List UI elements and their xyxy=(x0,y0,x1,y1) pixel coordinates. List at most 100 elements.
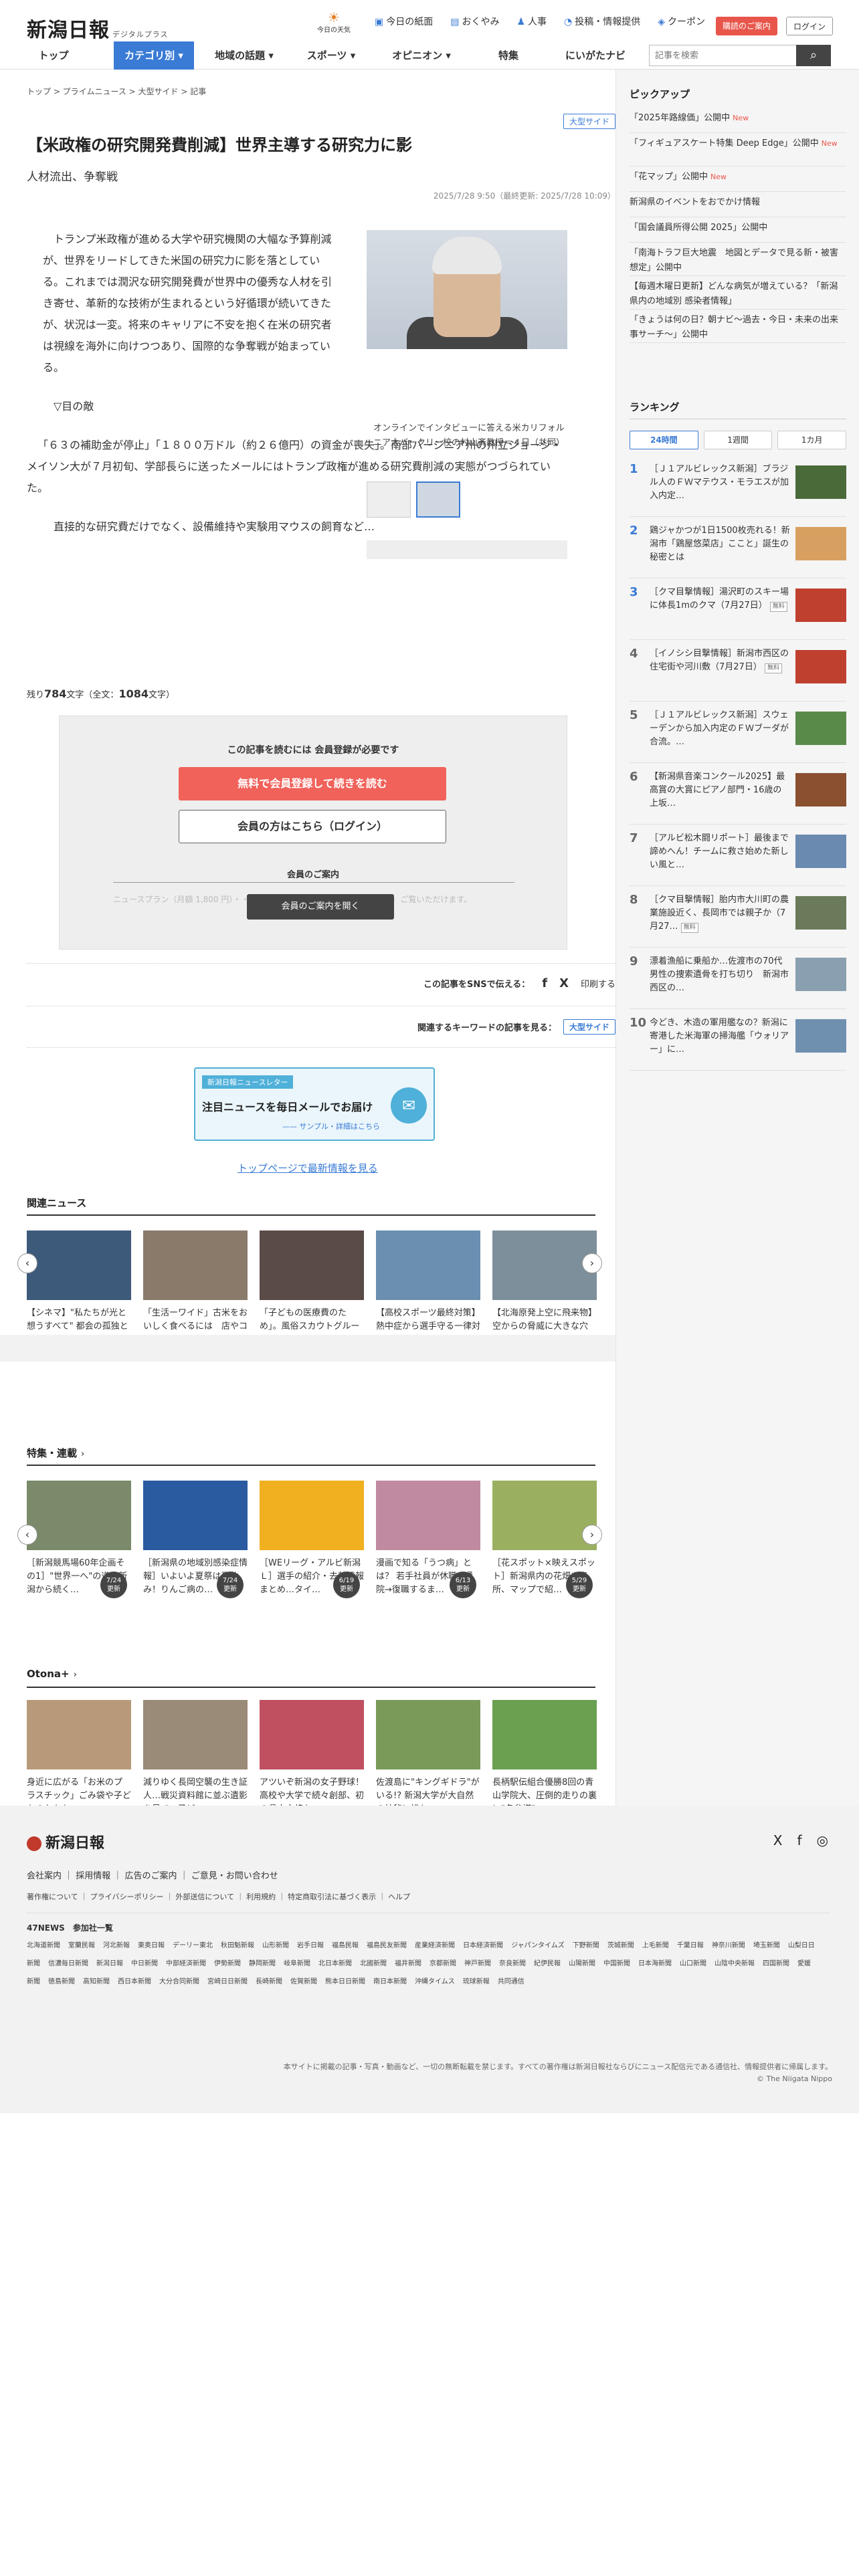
ranking-item[interactable]: 8 ［クマ目撃情報］胎内市大川町の農業施設近く、長岡市では親子か（7月27… 無料 xyxy=(630,893,846,955)
article-tag[interactable]: 大型サイド xyxy=(563,114,615,129)
features-title[interactable]: 特集・連載 › xyxy=(27,1446,84,1460)
subscribe-button[interactable]: 購読のご案内 xyxy=(716,17,778,35)
otona-title[interactable]: Otona+ › xyxy=(27,1668,77,1680)
tab-24h[interactable]: 24時間 xyxy=(630,431,698,449)
footer-logo[interactable]: 新潟日報 xyxy=(27,1831,104,1852)
nav-features[interactable]: 特集 xyxy=(482,41,535,70)
partner-paper-link[interactable]: 中日新聞 xyxy=(131,1960,158,1967)
partner-paper-link[interactable]: 共同通信 xyxy=(498,1978,524,1985)
facebook-icon[interactable]: f xyxy=(797,1832,802,1848)
ranking-item[interactable]: 10 今どき、木造の軍用艦なの？新潟に寄港した米海軍の掃海艦「ウォリアー」に… xyxy=(630,1016,846,1078)
carousel-prev-button[interactable]: ‹ xyxy=(17,1525,37,1545)
thumbnail-selected[interactable] xyxy=(416,481,460,518)
partner-paper-link[interactable]: ジャパンタイムズ xyxy=(511,1942,565,1949)
newsletter-banner[interactable]: 新潟日報ニュースレター 注目ニュースを毎日メールでお届け —— サンプル・詳細は… xyxy=(194,1067,435,1141)
partner-paper-link[interactable]: 琉球新報 xyxy=(463,1978,490,1985)
nav-local[interactable]: 地域の話題 ▾ xyxy=(207,41,281,70)
tab-week[interactable]: 1週間 xyxy=(703,431,773,449)
footer-links-sub[interactable]: 著作権について ｜ プライバシーポリシー ｜ 外部送信について ｜ 利用規約 ｜… xyxy=(27,1891,410,1902)
news-card[interactable]: ［新潟県の地域別感染症情報］いよいよ夏祭は夏休み！りんご病の… 7/24 更新 xyxy=(143,1481,248,1598)
submit-info-link[interactable]: ◔ 投稿・情報提供 xyxy=(564,15,640,28)
carousel-prev-button[interactable]: ‹ xyxy=(17,1253,37,1273)
pickup-item[interactable]: 「2025年路線価」公開中 New xyxy=(630,111,846,126)
ranking-item[interactable]: 3 ［クマ目撃情報］湯沢町のスキー場に体長1mのクマ（7月27日） 無料 xyxy=(630,586,846,647)
login-button[interactable]: ログイン xyxy=(786,17,834,35)
nav-top[interactable]: トップ xyxy=(27,41,80,70)
partner-paper-link[interactable]: 岐阜新聞 xyxy=(284,1960,310,1967)
weather-widget[interactable]: ☀ 今日の天気 xyxy=(317,11,351,34)
pickup-item[interactable]: 「フィギュアスケート特集 Deep Edge」公開中 New xyxy=(630,136,846,151)
ranking-item[interactable]: 5 ［Ｊ１アルビレックス新潟］スウェーデンから加入内定のＦＷブーダが合流。… xyxy=(630,709,846,770)
partner-paper-link[interactable]: 北國新聞 xyxy=(360,1960,387,1967)
partner-paper-link[interactable]: 室蘭民報 xyxy=(68,1942,95,1949)
partner-paper-link[interactable]: 中部経済新聞 xyxy=(166,1960,206,1967)
site-logo[interactable]: 新潟日報 デジタルプラス xyxy=(27,13,169,43)
partner-paper-link[interactable]: 沖縄タイムス xyxy=(415,1978,455,1985)
coupon-link[interactable]: ◈ クーポン xyxy=(658,15,705,28)
news-card[interactable]: 漫画で知る「うつ病」とは？ 若手社員が休職→通院→復職するま… 6/13 更新 xyxy=(376,1481,480,1598)
carousel-next-button[interactable]: › xyxy=(582,1525,602,1545)
partner-paper-link[interactable]: 山陽新聞 xyxy=(569,1960,595,1967)
personnel-link[interactable]: ♟ 人事 xyxy=(516,15,547,28)
partner-paper-link[interactable]: 高知新聞 xyxy=(83,1978,110,1985)
partner-paper-link[interactable]: 南日本新聞 xyxy=(373,1978,407,1985)
partner-paper-link[interactable]: 西日本新聞 xyxy=(118,1978,151,1985)
partner-paper-link[interactable]: 秋田魁新報 xyxy=(221,1942,254,1949)
partner-paper-link[interactable]: 神戸新聞 xyxy=(464,1960,491,1967)
partner-paper-link[interactable]: 河北新報 xyxy=(103,1942,130,1949)
news-card[interactable]: ［新潟競馬場60年企画その1］"世界一へ"の道は新潟から続く… 7/24 更新 xyxy=(27,1481,131,1598)
partner-paper-link[interactable]: 中国新聞 xyxy=(603,1960,630,1967)
partner-paper-link[interactable]: 埼玉新聞 xyxy=(753,1942,780,1949)
tab-month[interactable]: 1カ月 xyxy=(777,431,847,449)
partner-paper-link[interactable]: 下野新聞 xyxy=(573,1942,599,1949)
partner-paper-link[interactable]: 宮崎日日新聞 xyxy=(207,1978,248,1985)
partner-paper-link[interactable]: 山陰中央新報 xyxy=(714,1960,755,1967)
thumbnail[interactable] xyxy=(367,481,411,518)
nav-category[interactable]: カテゴリ別 ▾ xyxy=(114,41,194,70)
nav-navi[interactable]: にいがたナビ xyxy=(555,41,636,70)
partner-paper-link[interactable]: 北日本新聞 xyxy=(318,1960,352,1967)
partner-paper-link[interactable]: 奈良新聞 xyxy=(499,1960,526,1967)
x-icon[interactable]: X xyxy=(559,976,569,990)
pickup-item[interactable]: 「南海トラフ巨大地震 地図とデータで見る新・被害想定」公開中 xyxy=(630,246,846,276)
partner-paper-link[interactable]: 静岡新聞 xyxy=(249,1960,276,1967)
partner-paper-link[interactable]: 新潟日報 xyxy=(96,1960,123,1967)
partner-paper-link[interactable]: 神奈川新聞 xyxy=(712,1942,745,1949)
partner-paper-link[interactable]: 福島民友新聞 xyxy=(367,1942,407,1949)
partner-paper-link[interactable]: 上毛新聞 xyxy=(642,1942,669,1949)
pickup-item[interactable]: 「国会議員所得公開 2025」公開中 xyxy=(630,221,846,235)
keyword-tag[interactable]: 大型サイド xyxy=(563,1019,615,1035)
partner-paper-link[interactable]: 信濃毎日新聞 xyxy=(48,1960,88,1967)
partner-paper-link[interactable]: 四国新聞 xyxy=(763,1960,789,1967)
partner-paper-link[interactable]: 東奥日報 xyxy=(138,1942,165,1949)
pickup-item[interactable]: 【毎週木曜日更新】どんな病気が増えている？「新潟県内の地域別 感染者情報」 xyxy=(630,280,846,309)
x-icon[interactable]: X xyxy=(773,1832,783,1848)
today-paper-link[interactable]: ▣ 今日の紙面 xyxy=(375,15,433,28)
partner-paper-link[interactable]: 茨城新聞 xyxy=(607,1942,634,1949)
news-card[interactable]: ［WEリーグ・アルビ新潟Ｌ］選手の紹介・去就情報まとめ…タイ… 6/19 更新 xyxy=(260,1481,364,1598)
partner-paper-link[interactable]: 千葉日報 xyxy=(677,1942,704,1949)
partner-paper-link[interactable]: 山口新聞 xyxy=(680,1960,706,1967)
ranking-item[interactable]: 2 鶏ジャかつが1日1500枚売れる！新潟市「鶏屋悠菜店」ここと」誕生の秘密とは xyxy=(630,524,846,586)
facebook-icon[interactable]: f xyxy=(542,976,547,990)
partner-paper-link[interactable]: 山形新聞 xyxy=(262,1942,289,1949)
news-card[interactable]: ［花スポット×映えスポット］新潟県内の花畑や名所、マップで紹… 5/29 更新 xyxy=(492,1481,597,1598)
article-photo[interactable] xyxy=(367,230,567,349)
partner-paper-link[interactable]: 長崎新聞 xyxy=(256,1978,282,1985)
print-link[interactable]: 印刷する xyxy=(581,977,615,990)
search-button[interactable]: ⌕ xyxy=(796,45,831,66)
ranking-item[interactable]: 9 漂着漁船に乗船か…佐渡市の70代男性の捜索遺骨を打ち切り 新潟市西区の… xyxy=(630,955,846,1016)
partner-paper-link[interactable]: 佐賀新聞 xyxy=(290,1978,317,1985)
carousel-next-button[interactable]: › xyxy=(582,1253,602,1273)
instagram-icon[interactable]: ◎ xyxy=(817,1832,828,1848)
pickup-item[interactable]: 「花マップ」公開中 New xyxy=(630,170,846,185)
partner-paper-link[interactable]: 福島民報 xyxy=(332,1942,359,1949)
partner-paper-link[interactable]: 岩手日報 xyxy=(297,1942,324,1949)
ranking-item[interactable]: 4 ［イノシシ目撃情報］新潟市西区の住宅街や河川敷（7月27日） 無料 xyxy=(630,647,846,709)
pickup-item[interactable]: 「きょうは何の日？朝ナビ〜過去・今日・未来の出来事サーチ〜」公開中 xyxy=(630,313,846,342)
partner-paper-link[interactable]: 北海道新聞 xyxy=(27,1942,60,1949)
partner-paper-link[interactable]: 福井新聞 xyxy=(395,1960,421,1967)
partner-paper-link[interactable]: デーリー東北 xyxy=(173,1942,213,1949)
member-login-button[interactable]: 会員の方はこちら（ログイン） xyxy=(179,810,446,843)
nav-sports[interactable]: スポーツ ▾ xyxy=(298,41,365,70)
